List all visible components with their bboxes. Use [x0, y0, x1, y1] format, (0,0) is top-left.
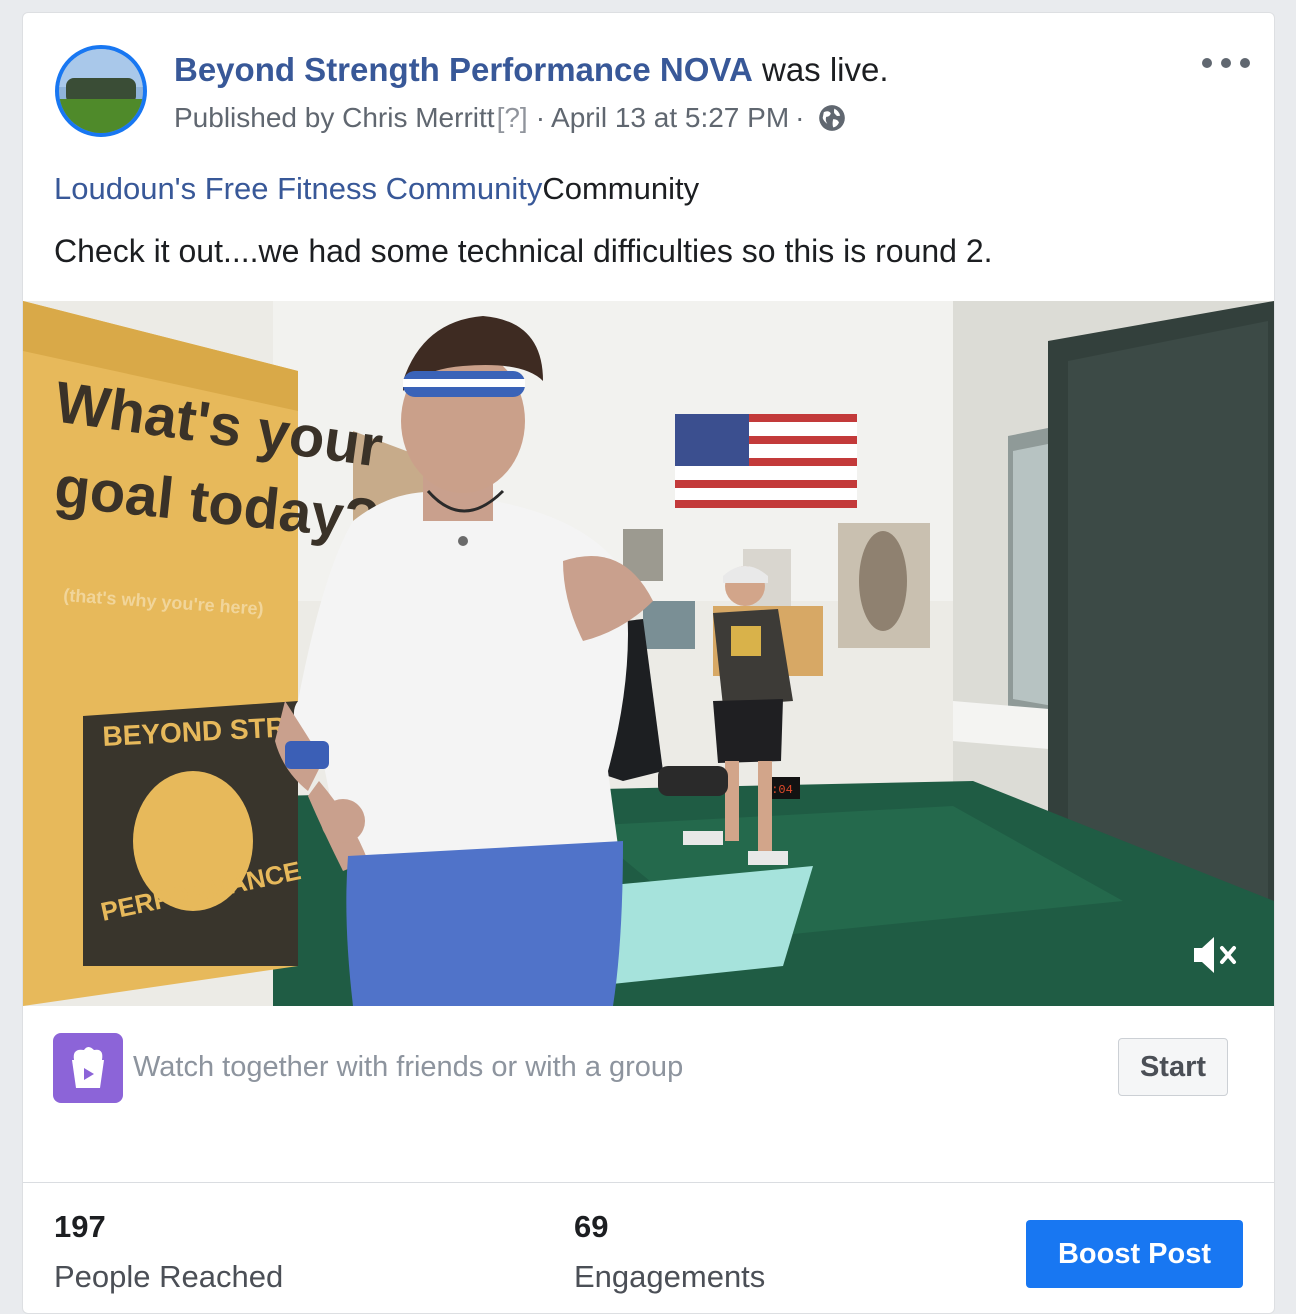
community-line: Loudoun's Free Fitness CommunityCommunit… [54, 171, 699, 207]
post-timestamp[interactable]: April 13 at 5:27 PM [551, 102, 789, 134]
community-link[interactable]: Loudoun's Free Fitness Community [54, 171, 542, 206]
people-reached-value: 197 [54, 1209, 106, 1244]
page-avatar[interactable] [55, 45, 147, 137]
boost-post-button[interactable]: Boost Post [1026, 1220, 1243, 1288]
people-reached-label: People Reached [54, 1259, 284, 1294]
video-frame: 0:04 What's your goal today? (that's why… [23, 301, 1274, 1006]
engagements-value: 69 [574, 1209, 609, 1244]
meta-separator: · [535, 102, 546, 133]
sound-muted-icon[interactable] [1188, 932, 1244, 978]
engagements-stat[interactable]: 69 Engagements [574, 1209, 765, 1295]
community-suffix: Community [542, 171, 700, 206]
live-status-text: was live. [752, 51, 889, 88]
people-reached-stat[interactable]: 197 People Reached [54, 1209, 283, 1295]
post-meta: Published by Chris Merritt [?] · April 1… [174, 102, 846, 134]
page-name-link[interactable]: Beyond Strength Performance NOVA [174, 51, 753, 88]
watch-party-label: Watch together with friends or with a gr… [133, 1051, 684, 1083]
post-card: Beyond Strength Performance NOVA was liv… [22, 12, 1275, 1314]
live-video-player[interactable]: 0:04 What's your goal today? (that's why… [23, 301, 1274, 1006]
start-watch-party-button[interactable]: Start [1118, 1038, 1228, 1096]
post-header-title: Beyond Strength Performance NOVA was liv… [174, 51, 889, 89]
globe-icon[interactable] [818, 104, 846, 132]
engagements-label: Engagements [574, 1259, 766, 1294]
watch-party-icon[interactable] [53, 1033, 123, 1103]
meta-separator: · [795, 102, 805, 133]
more-options-icon[interactable] [1202, 51, 1250, 75]
help-marker[interactable]: [?] [497, 102, 528, 134]
published-by-text[interactable]: Published by Chris Merritt [174, 102, 495, 134]
watch-party-row: Watch together with friends or with a gr… [23, 1031, 1274, 1103]
post-text: Check it out....we had some technical di… [54, 233, 993, 269]
insights-divider [23, 1182, 1274, 1183]
